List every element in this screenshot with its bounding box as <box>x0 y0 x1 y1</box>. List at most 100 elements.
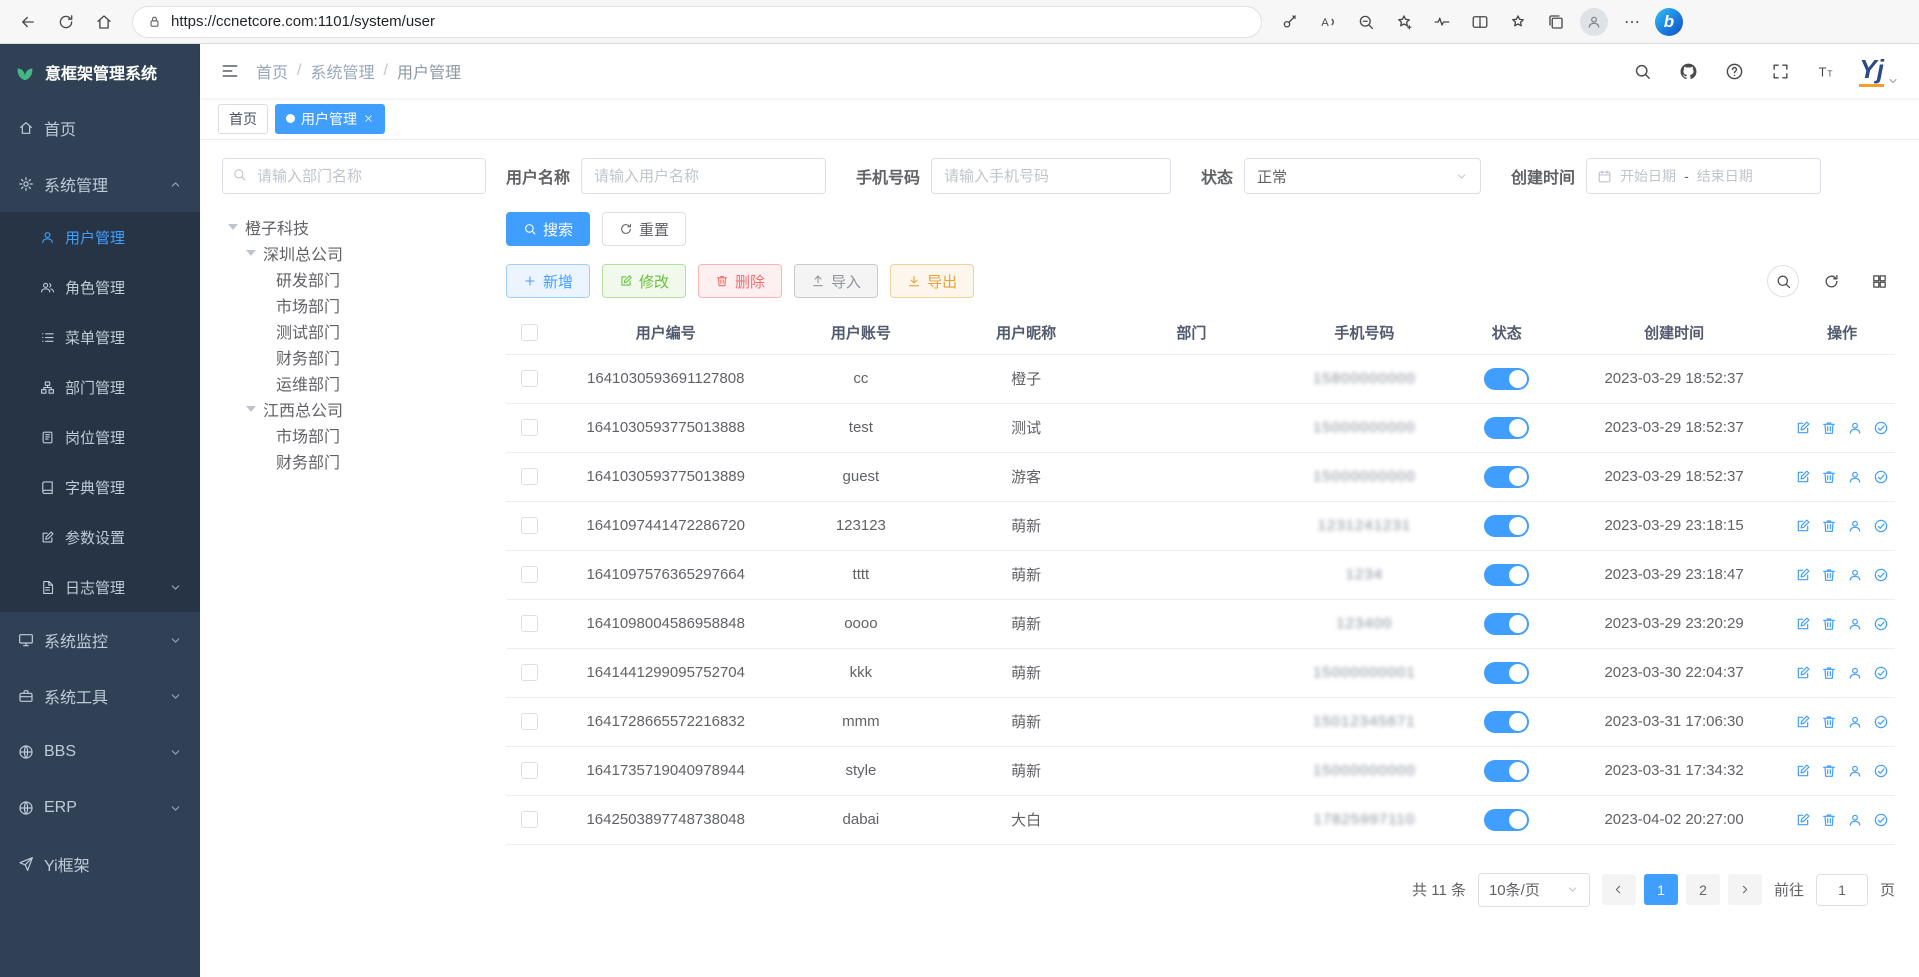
edit-user-icon[interactable] <box>1795 469 1811 485</box>
search-icon[interactable] <box>1629 58 1655 84</box>
reset-password-icon[interactable] <box>1847 763 1863 779</box>
username-input[interactable] <box>581 158 826 194</box>
question-icon[interactable] <box>1721 58 1747 84</box>
delete-user-icon[interactable] <box>1821 665 1837 681</box>
goto-page-input[interactable] <box>1816 874 1868 906</box>
breadcrumb-item[interactable]: 首页 <box>256 59 288 83</box>
edit-user-icon[interactable] <box>1795 812 1811 828</box>
delete-user-icon[interactable] <box>1821 714 1837 730</box>
user-avatar[interactable]: Yj <box>1859 56 1899 87</box>
sidebar-item[interactable]: 菜单管理 <box>0 312 200 362</box>
reset-password-icon[interactable] <box>1847 420 1863 436</box>
delete-user-icon[interactable] <box>1821 812 1837 828</box>
search-button[interactable]: 搜索 <box>506 212 590 246</box>
status-toggle[interactable] <box>1484 711 1529 733</box>
row-checkbox[interactable] <box>521 762 538 779</box>
department-search-input[interactable] <box>222 158 486 194</box>
tree-node[interactable]: 财务部门 <box>222 344 486 370</box>
export-button[interactable]: 导出 <box>890 264 974 298</box>
delete-user-icon[interactable] <box>1821 469 1837 485</box>
status-toggle[interactable] <box>1484 662 1529 684</box>
fullscreen-icon[interactable] <box>1767 58 1793 84</box>
reset-password-icon[interactable] <box>1847 469 1863 485</box>
more-menu-icon[interactable] <box>1614 5 1650 39</box>
tab-close-icon[interactable] <box>363 113 374 124</box>
status-toggle[interactable] <box>1484 417 1529 439</box>
read-aloud-icon[interactable]: A <box>1310 5 1346 39</box>
prev-page-button[interactable] <box>1602 874 1636 905</box>
delete-user-icon[interactable] <box>1821 518 1837 534</box>
copilot-bing-icon[interactable]: b <box>1652 5 1686 39</box>
zoom-out-icon[interactable] <box>1348 5 1384 39</box>
tree-node[interactable]: 财务部门 <box>222 448 486 474</box>
back-icon[interactable] <box>10 5 46 39</box>
tab[interactable]: 用户管理 <box>275 104 385 134</box>
refresh-icon[interactable] <box>48 5 84 39</box>
tree-node[interactable]: 市场部门 <box>222 422 486 448</box>
sidebar-item[interactable]: 用户管理 <box>0 212 200 262</box>
address-bar[interactable]: https://ccnetcore.com:1101/system/user <box>132 6 1262 38</box>
sidebar-item[interactable]: 系统监控 <box>0 612 200 668</box>
sidebar-item[interactable]: 日志管理 <box>0 562 200 612</box>
tree-node[interactable]: 研发部门 <box>222 266 486 292</box>
tree-node[interactable]: 橙子科技 <box>222 214 486 240</box>
sidebar-item[interactable]: BBS <box>0 724 200 780</box>
tree-expand-caret-icon[interactable] <box>246 406 256 417</box>
assign-role-icon[interactable] <box>1873 567 1889 583</box>
delete-user-icon[interactable] <box>1821 616 1837 632</box>
tree-node[interactable]: 深圳总公司 <box>222 240 486 266</box>
select-all-checkbox[interactable] <box>521 324 538 341</box>
row-checkbox[interactable] <box>521 713 538 730</box>
github-icon[interactable] <box>1675 58 1701 84</box>
refresh-icon[interactable] <box>1815 265 1847 297</box>
status-toggle[interactable] <box>1484 564 1529 586</box>
row-checkbox[interactable] <box>521 664 538 681</box>
sidebar-item[interactable]: 首页 <box>0 100 200 156</box>
assign-role-icon[interactable] <box>1873 665 1889 681</box>
status-toggle[interactable] <box>1484 368 1529 390</box>
tree-expand-caret-icon[interactable] <box>228 224 238 235</box>
assign-role-icon[interactable] <box>1873 812 1889 828</box>
delete-user-icon[interactable] <box>1821 567 1837 583</box>
page-number-button[interactable]: 2 <box>1686 874 1720 905</box>
row-checkbox[interactable] <box>521 811 538 828</box>
reset-password-icon[interactable] <box>1847 518 1863 534</box>
sidebar-item[interactable]: 部门管理 <box>0 362 200 412</box>
assign-role-icon[interactable] <box>1873 763 1889 779</box>
edit-user-icon[interactable] <box>1795 763 1811 779</box>
app-logo[interactable]: 意框架管理系统 <box>0 44 200 100</box>
reset-password-icon[interactable] <box>1847 665 1863 681</box>
search-icon[interactable] <box>1767 265 1799 297</box>
font-size-icon[interactable]: TT <box>1813 58 1839 84</box>
row-checkbox[interactable] <box>521 566 538 583</box>
split-icon[interactable] <box>1462 5 1498 39</box>
key-icon[interactable] <box>1272 5 1308 39</box>
assign-role-icon[interactable] <box>1873 616 1889 632</box>
essentials-icon[interactable] <box>1424 5 1460 39</box>
status-toggle[interactable] <box>1484 760 1529 782</box>
row-checkbox[interactable] <box>521 468 538 485</box>
delete-user-icon[interactable] <box>1821 420 1837 436</box>
profile-avatar[interactable] <box>1576 5 1612 39</box>
row-checkbox[interactable] <box>521 517 538 534</box>
reset-password-icon[interactable] <box>1847 714 1863 730</box>
home-icon[interactable] <box>86 5 122 39</box>
edit-user-icon[interactable] <box>1795 420 1811 436</box>
tree-node[interactable]: 江西总公司 <box>222 396 486 422</box>
edit-user-icon[interactable] <box>1795 665 1811 681</box>
sidebar-item[interactable]: Yi框架 <box>0 836 200 892</box>
tab[interactable]: 首页 <box>218 104 268 134</box>
import-button[interactable]: 导入 <box>794 264 878 298</box>
grid-icon[interactable] <box>1863 265 1895 297</box>
row-checkbox[interactable] <box>521 419 538 436</box>
edit-user-icon[interactable] <box>1795 567 1811 583</box>
edit-user-icon[interactable] <box>1795 616 1811 632</box>
status-toggle[interactable] <box>1484 466 1529 488</box>
reset-button[interactable]: 重置 <box>602 212 686 246</box>
assign-role-icon[interactable] <box>1873 714 1889 730</box>
reset-password-icon[interactable] <box>1847 616 1863 632</box>
phone-input[interactable] <box>931 158 1171 194</box>
modify-button[interactable]: 修改 <box>602 264 686 298</box>
edit-user-icon[interactable] <box>1795 714 1811 730</box>
edit-user-icon[interactable] <box>1795 518 1811 534</box>
